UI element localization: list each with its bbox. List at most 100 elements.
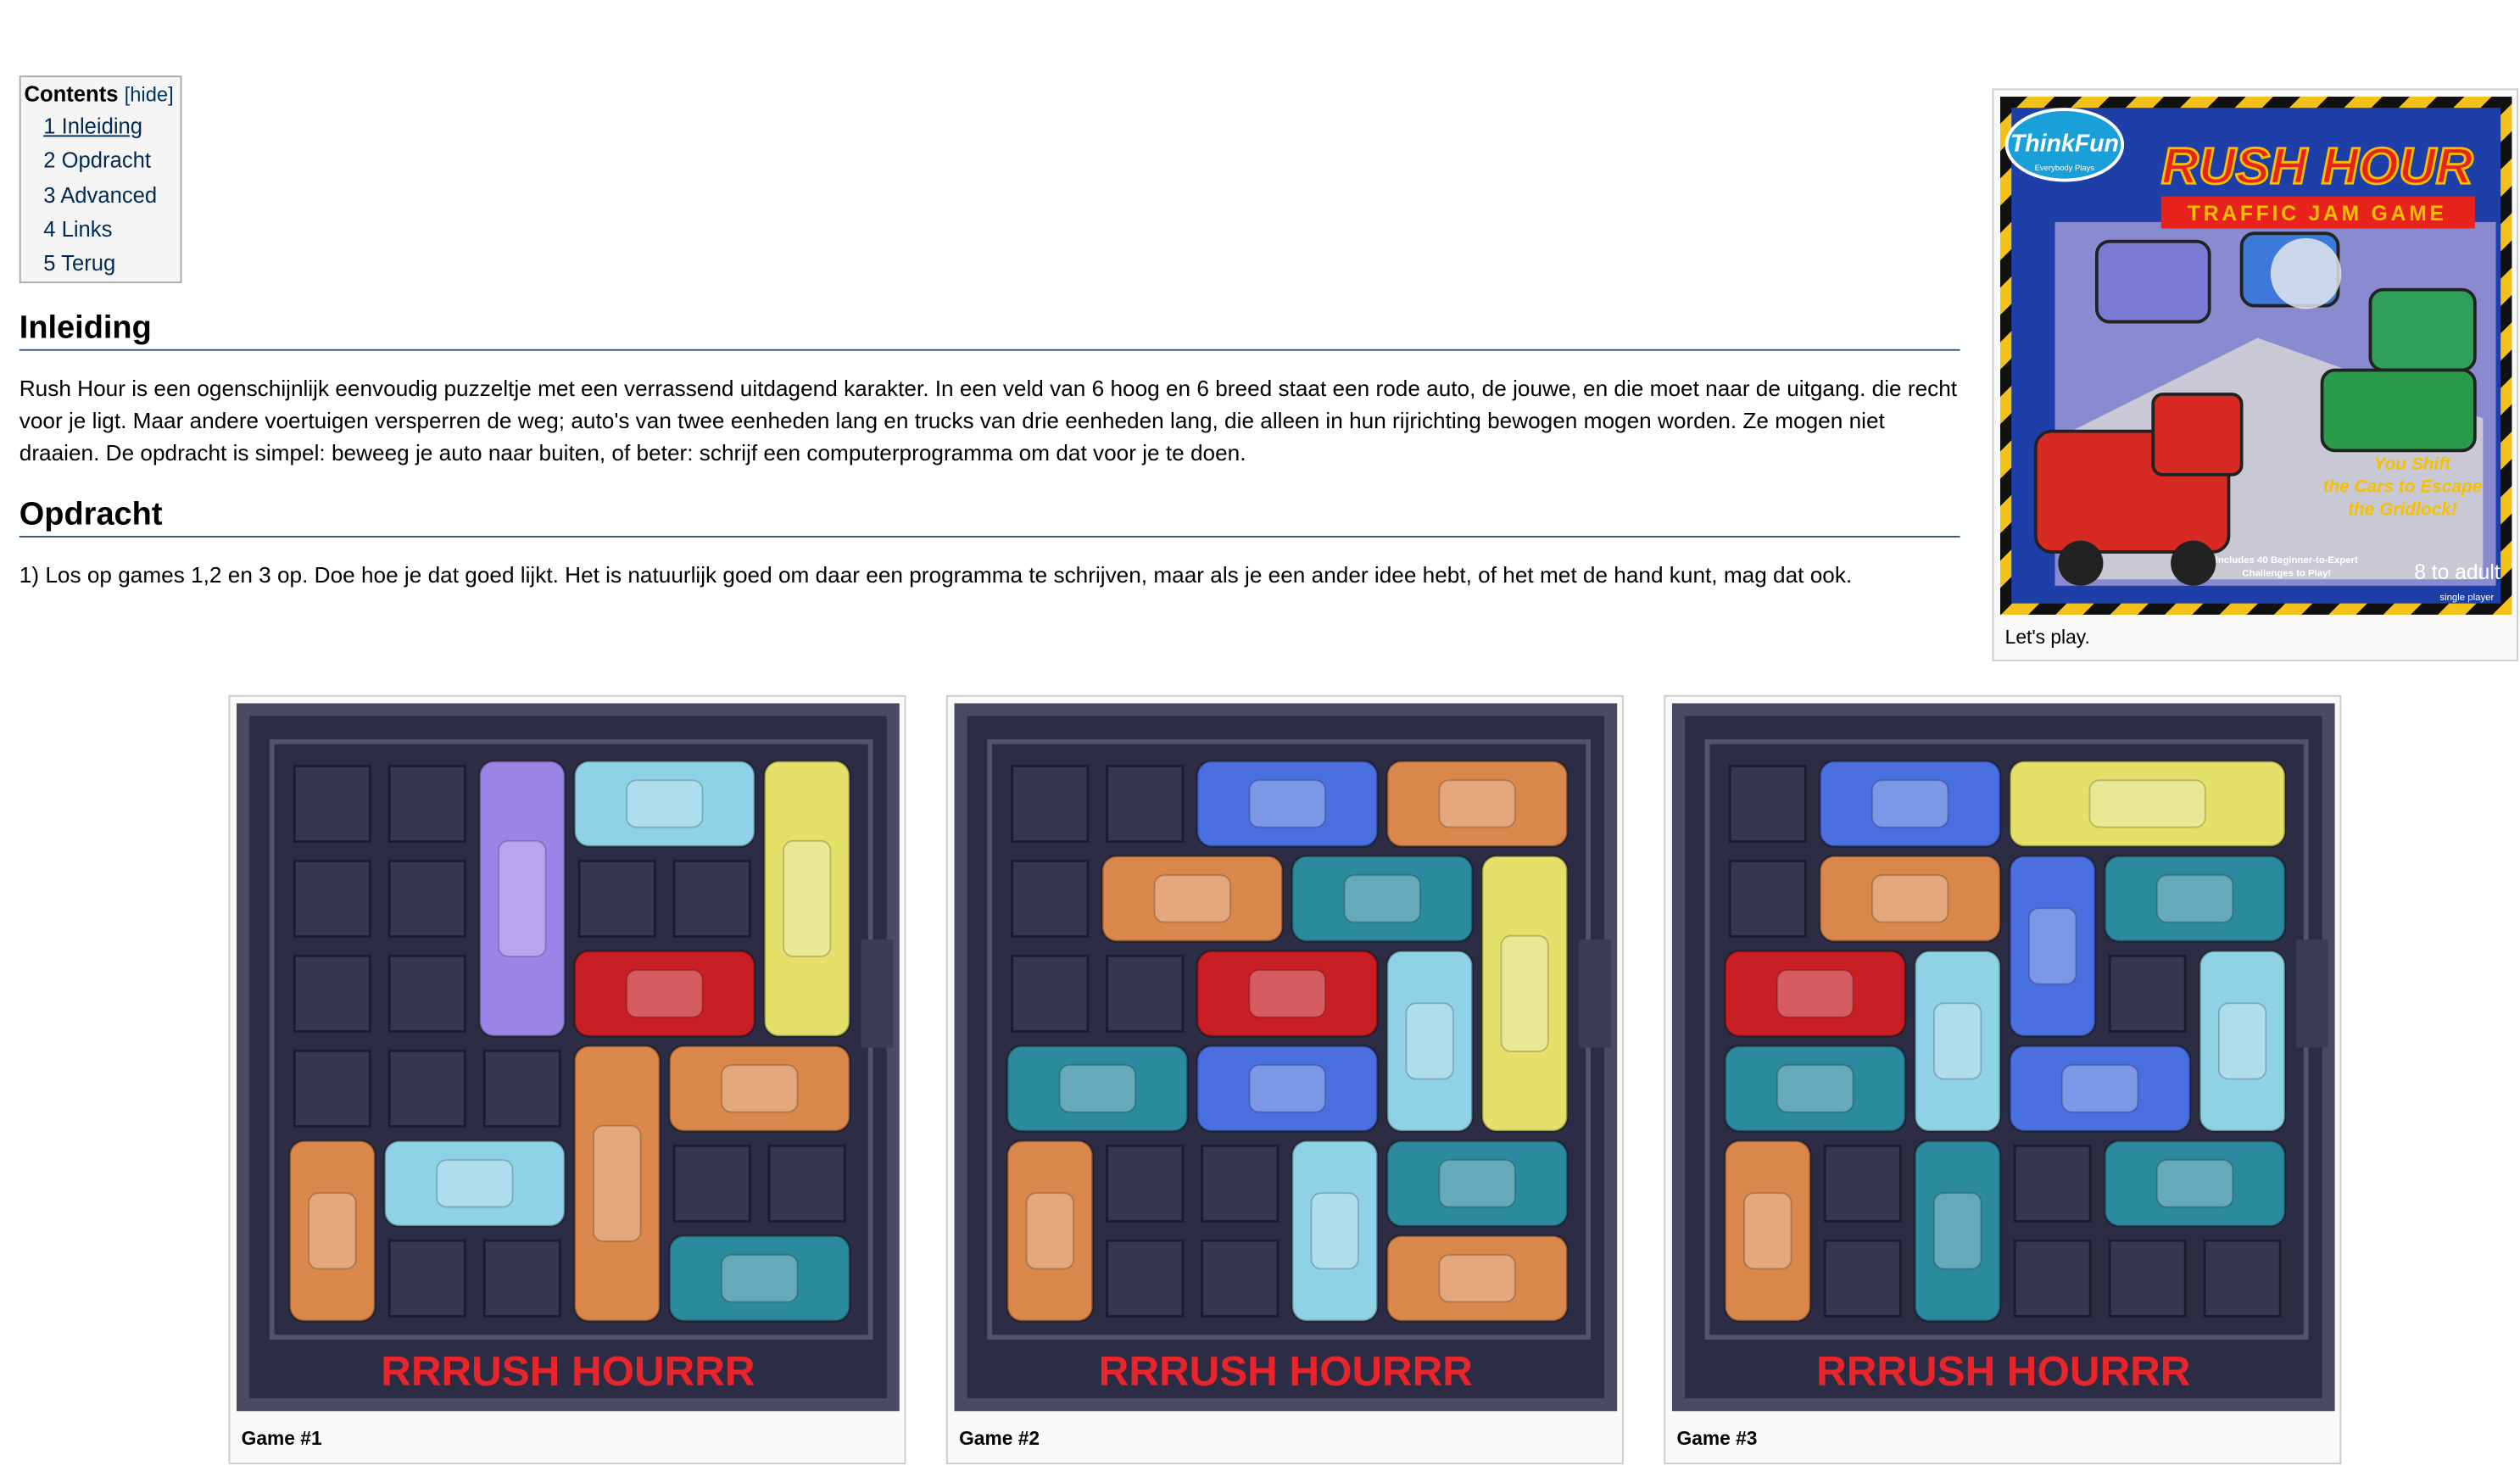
board-cell bbox=[387, 1239, 466, 1318]
piece-blue[interactable] bbox=[2008, 855, 2097, 1038]
piece-lightblue[interactable] bbox=[1385, 950, 1474, 1133]
board-cell bbox=[293, 954, 371, 1033]
piece-roof bbox=[783, 839, 832, 958]
piece-teal[interactable] bbox=[1385, 1140, 1569, 1228]
board-cell bbox=[1106, 764, 1185, 843]
boxart-car-purple bbox=[2094, 239, 2211, 324]
board-cell bbox=[1728, 859, 1807, 938]
board-cell bbox=[1011, 954, 1090, 1033]
piece-orange[interactable] bbox=[1724, 1140, 1812, 1323]
piece-roof bbox=[1058, 1064, 1136, 1113]
board-exit bbox=[861, 939, 894, 1048]
piece-roof bbox=[1248, 779, 1326, 828]
board-cell bbox=[2013, 1239, 2092, 1318]
piece-roof bbox=[1248, 969, 1326, 1018]
boxart-tagline-2: the Cars to Escape bbox=[2323, 477, 2483, 497]
piece-orange[interactable] bbox=[1818, 855, 2002, 943]
toc-link[interactable]: 4 Links bbox=[43, 217, 112, 241]
piece-purple[interactable] bbox=[478, 760, 566, 1038]
toc-hide-link[interactable]: [hide] bbox=[125, 84, 174, 107]
page: Contents [hide] 1 Inleiding 2 Opdracht 3… bbox=[0, 0, 2520, 1477]
toc-link[interactable]: 3 Advanced bbox=[43, 183, 157, 207]
piece-roof bbox=[1343, 874, 1421, 923]
boxart-subtitle: TRAFFIC JAM GAME bbox=[2188, 203, 2447, 226]
piece-orange[interactable] bbox=[668, 1045, 851, 1133]
toc-link[interactable]: 1 Inleiding bbox=[43, 114, 142, 138]
board-cell bbox=[387, 954, 466, 1033]
piece-blue[interactable] bbox=[1818, 760, 2002, 848]
piece-roof bbox=[721, 1064, 799, 1113]
toc-item-advanced[interactable]: 3 Advanced bbox=[43, 178, 180, 212]
board-cell bbox=[1201, 1239, 1280, 1318]
game-caption-3: Game #3 bbox=[1676, 1427, 1758, 1450]
board-exit bbox=[2296, 939, 2329, 1048]
piece-roof bbox=[1776, 1064, 1854, 1113]
toc-item-inleiding[interactable]: 1 Inleiding bbox=[43, 109, 180, 143]
board-cell bbox=[387, 1049, 466, 1128]
game-board-3[interactable]: RRRUSH HOURRR bbox=[1671, 703, 2335, 1412]
game-1-thumbnail[interactable]: RRRUSH HOURRR Game #1 bbox=[228, 694, 906, 1464]
piece-roof bbox=[626, 969, 704, 1018]
piece-orange[interactable] bbox=[1385, 1235, 1569, 1323]
toc-link[interactable]: 2 Opdracht bbox=[43, 148, 151, 172]
piece-blue[interactable] bbox=[1196, 1045, 1379, 1133]
piece-orange[interactable] bbox=[1101, 855, 1284, 943]
piece-teal[interactable] bbox=[1006, 1045, 1189, 1133]
boxart-caption: Let's play. bbox=[2004, 626, 2090, 649]
piece-yellow[interactable] bbox=[763, 760, 851, 1038]
piece-lightblue[interactable] bbox=[573, 760, 756, 848]
piece-roof bbox=[1871, 779, 1949, 828]
toc-item-terug[interactable]: 5 Terug bbox=[43, 247, 180, 281]
piece-roof bbox=[2217, 1002, 2267, 1080]
piece-lightblue[interactable] bbox=[2198, 950, 2287, 1133]
board-cell bbox=[1106, 1239, 1185, 1318]
piece-yellow[interactable] bbox=[1480, 855, 1569, 1133]
piece-lightblue[interactable] bbox=[383, 1140, 566, 1228]
piece-red[interactable] bbox=[1196, 950, 1379, 1038]
piece-teal[interactable] bbox=[2103, 855, 2287, 943]
board-cell bbox=[293, 764, 371, 843]
piece-teal[interactable] bbox=[1913, 1140, 2002, 1323]
board-cell bbox=[672, 859, 751, 938]
boxart-note-1: Includes 40 Beginner-to-Expert bbox=[2216, 555, 2358, 566]
boxart-smoke bbox=[2270, 237, 2342, 309]
piece-orange[interactable] bbox=[573, 1045, 661, 1323]
board-cell bbox=[387, 859, 466, 938]
boxart-age: 8 to adult bbox=[2414, 561, 2500, 584]
piece-roof bbox=[1405, 1002, 1454, 1080]
piece-roof bbox=[2061, 1064, 2139, 1113]
piece-blue[interactable] bbox=[2008, 1045, 2192, 1133]
toc-item-opdracht[interactable]: 2 Opdracht bbox=[43, 143, 180, 177]
piece-teal[interactable] bbox=[1724, 1045, 1907, 1133]
toc-item-links[interactable]: 4 Links bbox=[43, 212, 180, 246]
piece-blue[interactable] bbox=[1196, 760, 1379, 848]
piece-yellow[interactable] bbox=[2008, 760, 2287, 848]
board-cell bbox=[2203, 1239, 2282, 1318]
board-cell bbox=[1106, 954, 1185, 1033]
board-cell bbox=[1728, 764, 1807, 843]
piece-roof bbox=[1025, 1192, 1074, 1270]
boxart-players: single player bbox=[2439, 593, 2494, 603]
piece-orange[interactable] bbox=[1006, 1140, 1095, 1323]
game-3-thumbnail[interactable]: RRRUSH HOURRR Game #3 bbox=[1664, 694, 2342, 1464]
piece-teal[interactable] bbox=[1291, 855, 1474, 943]
piece-lightblue[interactable] bbox=[1291, 1140, 1379, 1323]
toc-link[interactable]: 5 Terug bbox=[43, 251, 115, 275]
piece-roof bbox=[1776, 969, 1854, 1018]
piece-teal[interactable] bbox=[668, 1235, 851, 1323]
board-cell bbox=[1823, 1239, 1902, 1318]
game-board-2[interactable]: RRRUSH HOURRR bbox=[954, 703, 1618, 1412]
piece-orange[interactable] bbox=[288, 1140, 376, 1323]
boxart-image[interactable]: ThinkFun Everybody Plays RUSH HOUR TRAFF… bbox=[1999, 96, 2512, 615]
boxart-thumbnail[interactable]: ThinkFun Everybody Plays RUSH HOUR TRAFF… bbox=[1992, 88, 2519, 661]
boxart-car-green-2 bbox=[2320, 368, 2477, 453]
piece-red[interactable] bbox=[573, 950, 756, 1038]
game-board-1[interactable]: RRRUSH HOURRR bbox=[236, 703, 900, 1412]
piece-red[interactable] bbox=[1724, 950, 1907, 1038]
piece-lightblue[interactable] bbox=[1913, 950, 2002, 1133]
piece-orange[interactable] bbox=[1385, 760, 1569, 848]
board-cell bbox=[1823, 1144, 1902, 1223]
game-2-thumbnail[interactable]: RRRUSH HOURRR Game #2 bbox=[945, 694, 1624, 1464]
piece-roof bbox=[1933, 1192, 1982, 1270]
piece-teal[interactable] bbox=[2103, 1140, 2287, 1228]
